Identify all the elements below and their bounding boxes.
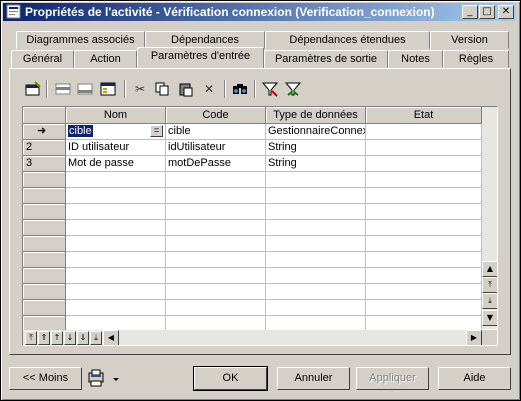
print-dropdown-button[interactable]: [87, 369, 123, 389]
ok-button[interactable]: OK: [193, 366, 268, 391]
help-button[interactable]: Aide: [438, 367, 511, 390]
minimize-button[interactable]: _: [462, 5, 478, 19]
tab-panel: [9, 68, 511, 355]
tab-notes[interactable]: Notes: [388, 50, 443, 68]
tab-general[interactable]: Général: [11, 50, 74, 68]
title-bar[interactable]: Propriétés de l'activité - Vérification …: [3, 3, 516, 21]
apply-button: Appliquer: [356, 367, 429, 390]
tab-regles[interactable]: Règles: [443, 50, 509, 68]
toolbar-separator: [254, 80, 256, 98]
close-button[interactable]: ✕: [498, 5, 514, 19]
window-title: Propriétés de l'activité - Vérification …: [25, 5, 435, 19]
less-button[interactable]: << Moins: [9, 367, 82, 390]
toolbar-separator: [224, 80, 226, 98]
tab-action[interactable]: Action: [74, 50, 137, 68]
toolbar-separator: [124, 80, 126, 98]
tab-version[interactable]: Version: [430, 31, 509, 49]
app-icon: [6, 4, 21, 19]
tab-diagrammes-associes[interactable]: Diagrammes associés: [16, 31, 145, 49]
tab-parametres-entree[interactable]: Paramètres d'entrée: [137, 47, 264, 68]
maximize-button[interactable]: □: [479, 5, 495, 19]
tab-parametres-sortie[interactable]: Paramètres de sortie: [264, 50, 388, 68]
toolbar-separator: [46, 80, 48, 98]
tab-dependances-etendues[interactable]: Dépendances étendues: [265, 31, 430, 49]
cancel-button[interactable]: Annuler: [277, 367, 350, 390]
